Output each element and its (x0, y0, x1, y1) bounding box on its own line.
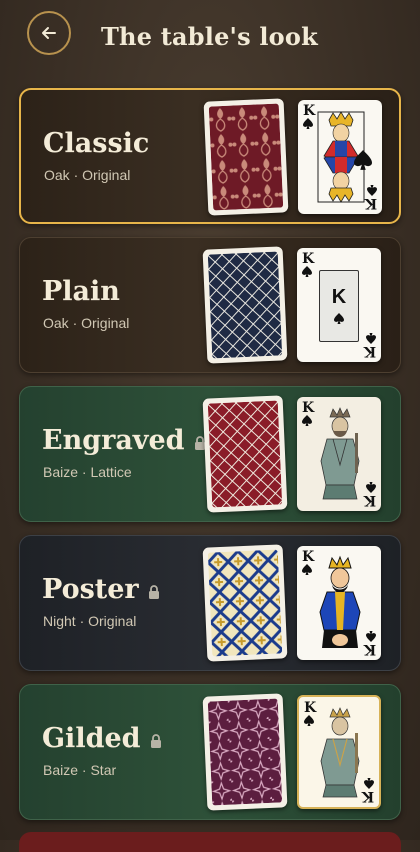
back-button[interactable] (27, 11, 71, 55)
center-rank: K (331, 286, 347, 308)
theme-card-poster[interactable]: Poster Night · Original K K (19, 535, 401, 671)
card-face-preview: K K (297, 546, 381, 660)
spade-icon (302, 266, 312, 277)
card-back-preview (202, 246, 288, 364)
next-theme-card-peek[interactable] (19, 832, 401, 852)
theme-name: Gilded (42, 723, 141, 754)
arrow-left-icon (42, 27, 56, 39)
theme-name: Poster (42, 574, 139, 605)
theme-name: Plain (42, 276, 120, 307)
spade-icon (303, 118, 313, 129)
spade-icon (302, 564, 312, 575)
card-back-preview (202, 544, 288, 662)
app-header: The table's look (0, 0, 420, 84)
spade-icon (334, 313, 344, 324)
rank-label: K (364, 195, 377, 211)
lock-icon (150, 734, 162, 748)
king-illustration (320, 407, 360, 500)
rank-label: K (363, 492, 376, 508)
lock-icon (148, 585, 160, 599)
theme-card-plain[interactable]: Plain Oak · Original K K K (19, 237, 401, 373)
theme-card-classic[interactable]: Classic Oak · Original K K (19, 88, 401, 224)
rank-label: K (302, 251, 315, 267)
page-title: The table's look (101, 22, 318, 51)
card-back-preview (202, 693, 288, 811)
theme-card-gilded[interactable]: Gilded Baize · Star K K (19, 684, 401, 820)
theme-subtitle: Baize · Star (43, 762, 117, 778)
card-back-preview (202, 395, 288, 513)
theme-subtitle: Oak · Original (44, 167, 131, 183)
rank-label: K (361, 788, 374, 804)
theme-subtitle: Baize · Lattice (43, 464, 132, 480)
card-face-preview: K K (298, 100, 382, 214)
theme-name: Classic (43, 128, 150, 159)
rank-label: K (303, 103, 316, 119)
theme-subtitle: Night · Original (43, 613, 137, 629)
king-illustration (319, 555, 361, 648)
theme-subtitle: Oak · Original (43, 315, 130, 331)
spade-icon (302, 415, 312, 426)
card-face-preview: K K (297, 397, 381, 511)
card-face-preview: K K K (297, 248, 381, 362)
theme-card-engraved[interactable]: Engraved Baize · Lattice K K (19, 386, 401, 522)
theme-name: Engraved (42, 425, 185, 456)
rank-label: K (363, 641, 376, 657)
card-face-preview: K K (297, 695, 381, 809)
face-frame: K (319, 270, 359, 342)
spade-icon (354, 150, 372, 170)
king-illustration (320, 707, 360, 798)
card-back-preview (203, 98, 289, 216)
rank-label: K (363, 343, 376, 359)
